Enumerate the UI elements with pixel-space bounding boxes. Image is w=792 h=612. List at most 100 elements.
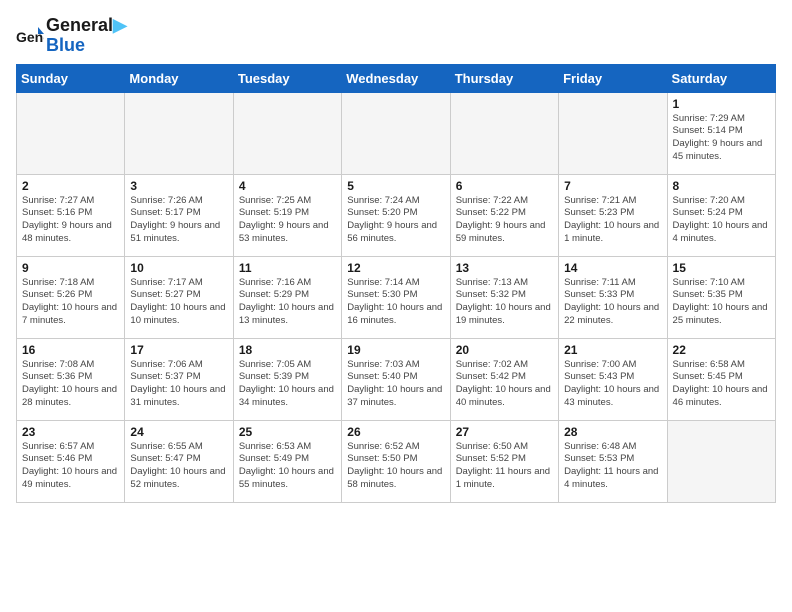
day-info: Sunrise: 6:55 AM Sunset: 5:47 PM Dayligh… bbox=[130, 441, 227, 492]
calendar-cell: 23 Sunrise: 6:57 AM Sunset: 5:46 PM Dayli… bbox=[17, 420, 125, 502]
calendar-cell: 14 Sunrise: 7:11 AM Sunset: 5:33 PM Dayli… bbox=[559, 256, 667, 338]
calendar-cell: 7 Sunrise: 7:21 AM Sunset: 5:23 PM Daylig… bbox=[559, 174, 667, 256]
logo-line1: General▶ bbox=[46, 16, 127, 36]
day-number: 5 bbox=[347, 179, 444, 193]
logo: Gene General▶ Blue bbox=[16, 16, 127, 56]
header: Gene General▶ Blue bbox=[16, 16, 776, 56]
day-info: Sunrise: 7:21 AM Sunset: 5:23 PM Dayligh… bbox=[564, 195, 661, 246]
calendar-cell bbox=[125, 92, 233, 174]
day-info: Sunrise: 7:13 AM Sunset: 5:32 PM Dayligh… bbox=[456, 277, 553, 328]
weekday-header-row: SundayMondayTuesdayWednesdayThursdayFrid… bbox=[17, 64, 776, 92]
calendar-cell: 28 Sunrise: 6:48 AM Sunset: 5:53 PM Dayli… bbox=[559, 420, 667, 502]
calendar-cell: 11Sunrise: 7:16 AM Sunset: 5:29 PM Dayli… bbox=[233, 256, 341, 338]
day-number: 2 bbox=[22, 179, 119, 193]
calendar-cell: 5 Sunrise: 7:24 AM Sunset: 5:20 PM Daylig… bbox=[342, 174, 450, 256]
calendar-cell: 22Sunrise: 6:58 AM Sunset: 5:45 PM Dayli… bbox=[667, 338, 775, 420]
day-info: Sunrise: 7:06 AM Sunset: 5:37 PM Dayligh… bbox=[130, 359, 227, 410]
day-number: 15 bbox=[673, 261, 770, 275]
calendar-week-2: 2 Sunrise: 7:27 AM Sunset: 5:16 PM Daylig… bbox=[17, 174, 776, 256]
day-number: 21 bbox=[564, 343, 661, 357]
calendar-cell bbox=[667, 420, 775, 502]
day-number: 6 bbox=[456, 179, 553, 193]
calendar-cell: 4Sunrise: 7:25 AM Sunset: 5:19 PM Daylig… bbox=[233, 174, 341, 256]
calendar-table: SundayMondayTuesdayWednesdayThursdayFrid… bbox=[16, 64, 776, 503]
day-number: 14 bbox=[564, 261, 661, 275]
calendar-week-3: 9 Sunrise: 7:18 AM Sunset: 5:26 PM Daylig… bbox=[17, 256, 776, 338]
weekday-header-friday: Friday bbox=[559, 64, 667, 92]
day-info: Sunrise: 7:17 AM Sunset: 5:27 PM Dayligh… bbox=[130, 277, 227, 328]
day-number: 24 bbox=[130, 425, 227, 439]
day-info: Sunrise: 7:20 AM Sunset: 5:24 PM Dayligh… bbox=[673, 195, 770, 246]
day-info: Sunrise: 7:22 AM Sunset: 5:22 PM Dayligh… bbox=[456, 195, 553, 246]
day-number: 7 bbox=[564, 179, 661, 193]
day-info: Sunrise: 7:05 AM Sunset: 5:39 PM Dayligh… bbox=[239, 359, 336, 410]
calendar-cell: 19Sunrise: 7:03 AM Sunset: 5:40 PM Dayli… bbox=[342, 338, 450, 420]
logo-icon: Gene bbox=[16, 22, 44, 50]
calendar-cell: 8 Sunrise: 7:20 AM Sunset: 5:24 PM Daylig… bbox=[667, 174, 775, 256]
day-number: 25 bbox=[239, 425, 336, 439]
day-number: 11 bbox=[239, 261, 336, 275]
calendar-cell: 26 Sunrise: 6:52 AM Sunset: 5:50 PM Dayli… bbox=[342, 420, 450, 502]
day-info: Sunrise: 7:14 AM Sunset: 5:30 PM Dayligh… bbox=[347, 277, 444, 328]
day-number: 26 bbox=[347, 425, 444, 439]
day-number: 13 bbox=[456, 261, 553, 275]
calendar-cell bbox=[559, 92, 667, 174]
day-info: Sunrise: 6:57 AM Sunset: 5:46 PM Dayligh… bbox=[22, 441, 119, 492]
day-info: Sunrise: 6:58 AM Sunset: 5:45 PM Dayligh… bbox=[673, 359, 770, 410]
calendar-cell: 3Sunrise: 7:26 AM Sunset: 5:17 PM Daylig… bbox=[125, 174, 233, 256]
calendar-week-4: 16 Sunrise: 7:08 AM Sunset: 5:36 PM Dayli… bbox=[17, 338, 776, 420]
weekday-header-saturday: Saturday bbox=[667, 64, 775, 92]
day-info: Sunrise: 6:50 AM Sunset: 5:52 PM Dayligh… bbox=[456, 441, 553, 492]
calendar-cell: 21 Sunrise: 7:00 AM Sunset: 5:43 PM Dayli… bbox=[559, 338, 667, 420]
calendar-week-5: 23 Sunrise: 6:57 AM Sunset: 5:46 PM Dayli… bbox=[17, 420, 776, 502]
day-info: Sunrise: 7:25 AM Sunset: 5:19 PM Dayligh… bbox=[239, 195, 336, 246]
calendar-cell: 2 Sunrise: 7:27 AM Sunset: 5:16 PM Daylig… bbox=[17, 174, 125, 256]
calendar-cell: 13 Sunrise: 7:13 AM Sunset: 5:32 PM Dayli… bbox=[450, 256, 558, 338]
weekday-header-tuesday: Tuesday bbox=[233, 64, 341, 92]
day-number: 8 bbox=[673, 179, 770, 193]
calendar-cell: 12 Sunrise: 7:14 AM Sunset: 5:30 PM Dayli… bbox=[342, 256, 450, 338]
calendar-cell: 1 Sunrise: 7:29 AM Sunset: 5:14 PM Daylig… bbox=[667, 92, 775, 174]
day-number: 1 bbox=[673, 97, 770, 111]
weekday-header-thursday: Thursday bbox=[450, 64, 558, 92]
calendar-cell: 17 Sunrise: 7:06 AM Sunset: 5:37 PM Dayli… bbox=[125, 338, 233, 420]
calendar-cell: 6 Sunrise: 7:22 AM Sunset: 5:22 PM Daylig… bbox=[450, 174, 558, 256]
day-info: Sunrise: 7:00 AM Sunset: 5:43 PM Dayligh… bbox=[564, 359, 661, 410]
weekday-header-monday: Monday bbox=[125, 64, 233, 92]
day-info: Sunrise: 7:11 AM Sunset: 5:33 PM Dayligh… bbox=[564, 277, 661, 328]
day-info: Sunrise: 7:18 AM Sunset: 5:26 PM Dayligh… bbox=[22, 277, 119, 328]
calendar-cell bbox=[17, 92, 125, 174]
day-number: 28 bbox=[564, 425, 661, 439]
calendar-cell: 25 Sunrise: 6:53 AM Sunset: 5:49 PM Dayli… bbox=[233, 420, 341, 502]
day-number: 23 bbox=[22, 425, 119, 439]
day-info: Sunrise: 6:48 AM Sunset: 5:53 PM Dayligh… bbox=[564, 441, 661, 492]
day-info: Sunrise: 7:24 AM Sunset: 5:20 PM Dayligh… bbox=[347, 195, 444, 246]
calendar-cell: 15 Sunrise: 7:10 AM Sunset: 5:35 PM Dayli… bbox=[667, 256, 775, 338]
day-number: 12 bbox=[347, 261, 444, 275]
day-number: 16 bbox=[22, 343, 119, 357]
calendar-cell bbox=[233, 92, 341, 174]
day-info: Sunrise: 7:10 AM Sunset: 5:35 PM Dayligh… bbox=[673, 277, 770, 328]
day-info: Sunrise: 7:29 AM Sunset: 5:14 PM Dayligh… bbox=[673, 113, 770, 164]
calendar-cell: 27Sunrise: 6:50 AM Sunset: 5:52 PM Dayli… bbox=[450, 420, 558, 502]
calendar-week-1: 1 Sunrise: 7:29 AM Sunset: 5:14 PM Daylig… bbox=[17, 92, 776, 174]
day-info: Sunrise: 7:08 AM Sunset: 5:36 PM Dayligh… bbox=[22, 359, 119, 410]
day-number: 17 bbox=[130, 343, 227, 357]
weekday-header-wednesday: Wednesday bbox=[342, 64, 450, 92]
day-info: Sunrise: 7:02 AM Sunset: 5:42 PM Dayligh… bbox=[456, 359, 553, 410]
day-number: 18 bbox=[239, 343, 336, 357]
calendar-cell bbox=[450, 92, 558, 174]
calendar-cell: 18 Sunrise: 7:05 AM Sunset: 5:39 PM Dayli… bbox=[233, 338, 341, 420]
calendar-cell: 16 Sunrise: 7:08 AM Sunset: 5:36 PM Dayli… bbox=[17, 338, 125, 420]
day-number: 20 bbox=[456, 343, 553, 357]
day-info: Sunrise: 6:52 AM Sunset: 5:50 PM Dayligh… bbox=[347, 441, 444, 492]
day-info: Sunrise: 7:27 AM Sunset: 5:16 PM Dayligh… bbox=[22, 195, 119, 246]
calendar-cell: 10Sunrise: 7:17 AM Sunset: 5:27 PM Dayli… bbox=[125, 256, 233, 338]
day-number: 9 bbox=[22, 261, 119, 275]
day-info: Sunrise: 6:53 AM Sunset: 5:49 PM Dayligh… bbox=[239, 441, 336, 492]
calendar-cell: 20 Sunrise: 7:02 AM Sunset: 5:42 PM Dayli… bbox=[450, 338, 558, 420]
day-number: 19 bbox=[347, 343, 444, 357]
logo-line2: Blue bbox=[46, 36, 127, 56]
day-info: Sunrise: 7:26 AM Sunset: 5:17 PM Dayligh… bbox=[130, 195, 227, 246]
calendar-cell: 9 Sunrise: 7:18 AM Sunset: 5:26 PM Daylig… bbox=[17, 256, 125, 338]
